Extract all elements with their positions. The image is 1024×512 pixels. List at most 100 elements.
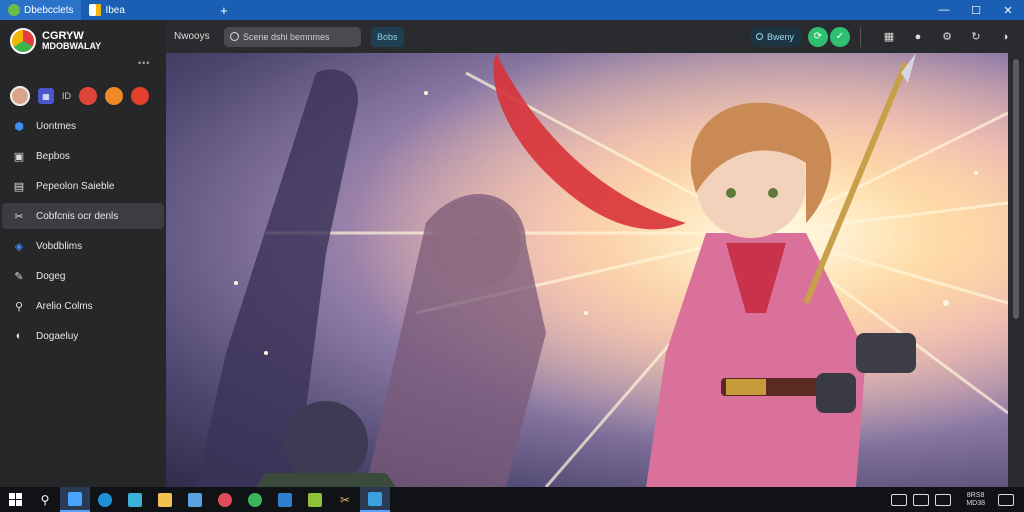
- taskbar-app-red[interactable]: [210, 487, 240, 512]
- paint-icon: ✎: [14, 270, 24, 283]
- toolbar-button[interactable]: Bobs: [371, 26, 404, 47]
- vertical-scrollbar[interactable]: [1008, 53, 1024, 487]
- taskbar-app-viewer[interactable]: [60, 487, 90, 512]
- sidebar-item-label: Arelio Colms: [36, 300, 93, 312]
- gallery-quick-icon[interactable]: ▦: [38, 88, 54, 104]
- avatar[interactable]: [10, 86, 30, 106]
- search-icon: ⚲: [40, 492, 50, 507]
- taskbar-app-green[interactable]: [240, 487, 270, 512]
- sidebar-item-5[interactable]: ✎ Dogeg: [2, 263, 164, 289]
- sidebar-item-0[interactable]: ⬢ Uontmes: [2, 113, 164, 139]
- sidebar-item-label: Uontmes: [36, 120, 77, 132]
- app-red2-icon[interactable]: [131, 87, 149, 105]
- sidebar-item-7[interactable]: ◐ Dogaeluy: [2, 323, 164, 349]
- app-red-icon[interactable]: [79, 87, 97, 105]
- taskbar-app-edge[interactable]: [90, 487, 120, 512]
- sync-icon[interactable]: ↻: [967, 28, 985, 46]
- taskbar-app-photos[interactable]: [120, 487, 150, 512]
- artwork-image: [166, 53, 1008, 487]
- new-tab-button[interactable]: +: [213, 0, 235, 20]
- search-icon: [230, 32, 239, 41]
- info-icon[interactable]: ●: [909, 28, 927, 46]
- system-tray: 8RS8 MD38: [888, 487, 1024, 512]
- blue-app-icon: [278, 492, 292, 507]
- sidebar-item-label: Dogaeluy: [36, 330, 79, 342]
- volume-icon[interactable]: [913, 493, 930, 506]
- sidebar-item-3[interactable]: ✂ Cobfcnis ocr denls: [2, 203, 164, 229]
- image-viewer[interactable]: [166, 53, 1008, 487]
- scroll-thumb[interactable]: [1013, 59, 1019, 319]
- tools-icon: ✂: [339, 492, 351, 507]
- status-pill[interactable]: Bweny: [749, 26, 802, 47]
- taskbar-app-files[interactable]: [150, 487, 180, 512]
- tools-icon: ✂: [14, 210, 24, 223]
- sidebar-nav: ⬢ Uontmes ▣ Bepbos ▤ Pepeolon Saieble ✂ …: [2, 113, 164, 353]
- notification-icon[interactable]: [998, 493, 1014, 506]
- network-icon[interactable]: [891, 493, 908, 506]
- app-logo[interactable]: CGRYW MDOBWALAY: [10, 28, 101, 54]
- tab-0[interactable]: Dbebcclets: [0, 0, 82, 20]
- sidebar-item-2[interactable]: ▤ Pepeolon Saieble: [2, 173, 164, 199]
- shield-icon: ⬢: [14, 120, 24, 133]
- sidebar-item-6[interactable]: ⚲ Arelio Colms: [2, 293, 164, 319]
- logo-icon: [10, 28, 36, 54]
- search-box: [224, 26, 361, 47]
- quick-access-bar: ▦ ID: [10, 86, 149, 106]
- quick-id-label: ID: [62, 91, 71, 101]
- taskbar-app-gallery[interactable]: [360, 487, 390, 512]
- check-icon[interactable]: ✓: [830, 26, 850, 47]
- sidebar: CGRYW MDOBWALAY ••• ▦ ID ⬢ Uontmes ▣ Bep…: [0, 20, 166, 487]
- minimize-button[interactable]: —: [928, 0, 960, 20]
- status-icon: [755, 33, 763, 40]
- windows-icon: [8, 493, 22, 506]
- tab-1[interactable]: Ibea: [81, 0, 132, 20]
- image-icon: ▣: [13, 150, 25, 163]
- chat-icon: ◐: [15, 330, 23, 342]
- taskbar-app-blue[interactable]: [270, 487, 300, 512]
- tab-label: Dbebcclets: [24, 4, 74, 16]
- sidebar-item-label: Vobdblims: [36, 240, 83, 252]
- refresh-icon[interactable]: ⟳: [808, 26, 828, 47]
- folder-icon: [158, 492, 172, 507]
- title-bar: Dbebcclets Ibea + — ☐ ✕: [0, 0, 1024, 20]
- logo-text: CGRYW MDOBWALAY: [42, 30, 101, 52]
- close-button[interactable]: ✕: [992, 0, 1024, 20]
- toolbar-separator: [860, 26, 861, 47]
- clock[interactable]: 8RS8 MD38: [966, 492, 985, 508]
- search-input[interactable]: [243, 31, 355, 42]
- window-controls: — ☐ ✕: [928, 0, 1024, 20]
- layers-icon: ◈: [14, 240, 24, 253]
- collapse-icon[interactable]: ◑: [996, 28, 1014, 46]
- sidebar-item-label: Pepeolon Saieble: [36, 180, 115, 192]
- gallery-app-icon: [368, 491, 382, 506]
- sidebar-item-4[interactable]: ◈ Vobdblims: [2, 233, 164, 259]
- settings-icon[interactable]: ⚙: [938, 28, 956, 46]
- taskbar-app-store[interactable]: [180, 487, 210, 512]
- gallery-icon: ▤: [13, 180, 25, 193]
- status-pill-label: Bweny: [766, 31, 794, 42]
- clock-time: 8RS8: [966, 491, 985, 499]
- sidebar-item-label: Cobfcnis ocr denls: [36, 210, 119, 222]
- taskbar-app-yellow[interactable]: [300, 487, 330, 512]
- clock-date: MD38: [966, 499, 985, 507]
- toolbar-label: Nwooys: [174, 31, 210, 42]
- battery-icon[interactable]: [935, 493, 952, 506]
- app-orange-icon[interactable]: [105, 87, 123, 105]
- taskbar-search-button[interactable]: ⚲: [30, 487, 60, 512]
- maximize-button[interactable]: ☐: [960, 0, 992, 20]
- viewer-app-icon: [68, 491, 82, 506]
- start-button[interactable]: [0, 487, 30, 512]
- link-icon: ⚲: [14, 300, 24, 313]
- photos-icon: [128, 492, 142, 507]
- yellow-app-icon: [308, 492, 322, 507]
- green-app-icon: [248, 492, 262, 507]
- sidebar-item-label: Dogeg: [36, 270, 66, 282]
- red-app-icon: [218, 492, 232, 507]
- logo-line1: CGRYW: [42, 30, 84, 42]
- taskbar: ⚲ ✂ 8RS8 MD38: [0, 487, 1024, 512]
- more-icon[interactable]: •••: [138, 58, 150, 68]
- taskbar-app-tools[interactable]: ✂: [330, 487, 360, 512]
- browser-icon: [98, 492, 112, 507]
- sidebar-item-1[interactable]: ▣ Bepbos: [2, 143, 164, 169]
- gallery-tool-icon[interactable]: ▦: [880, 28, 898, 46]
